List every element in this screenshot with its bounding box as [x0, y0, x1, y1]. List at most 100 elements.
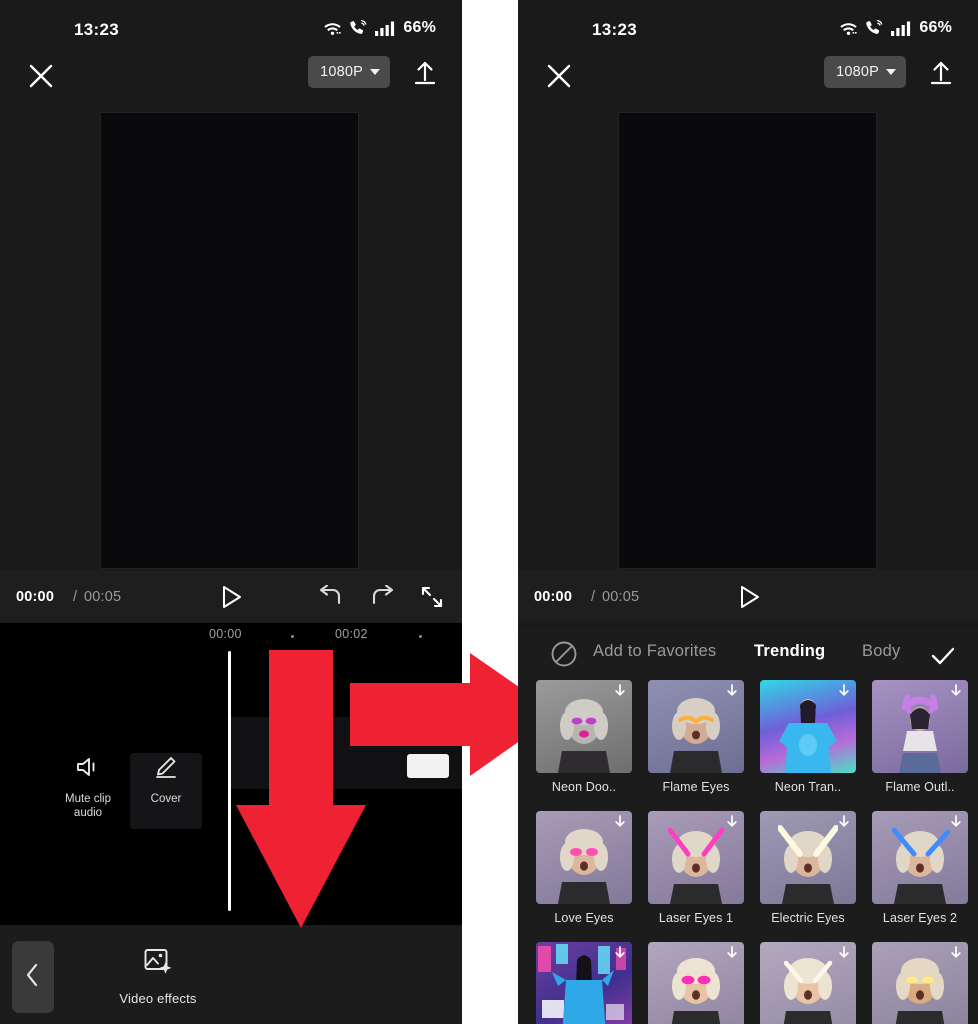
- cover-label: Cover: [150, 793, 182, 805]
- pencil-icon: [153, 757, 179, 783]
- effect-thumbnail[interactable]: [536, 942, 632, 1024]
- status-time: 13:23: [592, 20, 637, 39]
- effect-item[interactable]: Love Eyes: [536, 811, 632, 925]
- effect-thumbnail[interactable]: [872, 680, 968, 773]
- screenshot-root: 13:23 66% 1080P 00:00 / 00:05 00:00 00:0…: [0, 0, 978, 1024]
- effect-item[interactable]: [872, 942, 968, 1024]
- status-time: 13:23: [74, 20, 119, 39]
- effect-label: Neon Tran..: [774, 780, 842, 794]
- image-sparkle-icon: [143, 948, 173, 981]
- upload-icon[interactable]: [926, 58, 956, 88]
- clip-tool-row: Mute clip audio Cover: [0, 693, 231, 829]
- video-preview-left[interactable]: [100, 112, 359, 569]
- download-icon[interactable]: [724, 814, 740, 830]
- video-effects-button[interactable]: Video effects: [108, 941, 208, 1013]
- effect-item[interactable]: Flame Eyes: [648, 680, 744, 794]
- download-icon[interactable]: [948, 814, 964, 830]
- video-effects-label: Video effects: [119, 991, 197, 1006]
- ruler-label: 00:02: [335, 627, 368, 641]
- effect-thumbnail[interactable]: [536, 811, 632, 904]
- fullscreen-icon[interactable]: [420, 585, 444, 614]
- time-separator: /: [73, 588, 78, 605]
- effect-item[interactable]: [760, 942, 856, 1024]
- status-bar-left: 13:23 66%: [0, 0, 462, 50]
- effect-label: Neon Doo..: [551, 780, 617, 794]
- download-icon[interactable]: [836, 814, 852, 830]
- close-icon[interactable]: [25, 60, 57, 92]
- close-icon[interactable]: [543, 60, 575, 92]
- tab-body[interactable]: Body: [862, 642, 900, 661]
- resolution-selector[interactable]: 1080P: [308, 56, 390, 88]
- tab-trending[interactable]: Trending: [754, 642, 825, 661]
- cellular-bars-icon: [891, 21, 911, 36]
- battery-percentage: 66%: [919, 19, 952, 36]
- cover-button[interactable]: Cover: [127, 755, 205, 806]
- effect-item[interactable]: Laser Eyes 1: [648, 811, 744, 925]
- back-button[interactable]: [12, 941, 54, 1013]
- no-effect-icon[interactable]: [550, 640, 578, 668]
- current-time: 00:00: [16, 588, 55, 605]
- effect-label: Flame Eyes: [662, 780, 730, 794]
- effect-item[interactable]: Electric Eyes: [760, 811, 856, 925]
- effect-thumbnail[interactable]: [872, 811, 968, 904]
- call-signal-icon: [349, 20, 368, 36]
- effect-thumbnail[interactable]: [760, 811, 856, 904]
- play-icon[interactable]: [218, 584, 244, 615]
- bottom-toolbar: Video effects Body effects: [0, 925, 462, 1024]
- chevron-down-icon: [886, 69, 896, 75]
- wifi-icon: [839, 21, 858, 36]
- effect-thumbnail[interactable]: [872, 942, 968, 1024]
- effect-thumbnail[interactable]: [536, 680, 632, 773]
- download-icon[interactable]: [948, 683, 964, 699]
- effect-item[interactable]: [536, 942, 632, 1024]
- left-phone-panel: 13:23 66% 1080P 00:00 / 00:05 00:00 00:0…: [0, 0, 462, 1024]
- effect-thumbnail[interactable]: [760, 942, 856, 1024]
- effect-thumbnail[interactable]: [760, 680, 856, 773]
- wifi-icon: [323, 21, 342, 36]
- effect-item[interactable]: Neon Tran..: [760, 680, 856, 794]
- check-icon[interactable]: [928, 641, 958, 671]
- playback-bar-right: 00:00 / 00:05: [518, 570, 978, 623]
- effect-item[interactable]: [648, 942, 744, 1024]
- download-icon[interactable]: [724, 945, 740, 961]
- call-signal-icon: [865, 20, 884, 36]
- undo-icon[interactable]: [317, 584, 343, 614]
- effects-row: Neon Doo.. Flame Eyes Neon Tran.. Flame …: [536, 680, 968, 794]
- battery-percentage: 66%: [403, 19, 436, 36]
- download-icon[interactable]: [948, 945, 964, 961]
- ruler-tick-dot: [291, 635, 294, 638]
- download-icon[interactable]: [612, 945, 628, 961]
- effects-tab-bar: Add to Favorites Trending Body: [518, 628, 978, 680]
- play-icon[interactable]: [736, 584, 762, 615]
- status-bar-right: 13:23 66%: [518, 0, 978, 50]
- download-icon[interactable]: [612, 814, 628, 830]
- effect-label: Flame Outl..: [885, 780, 955, 794]
- upload-icon[interactable]: [410, 58, 440, 88]
- resolution-label: 1080P: [836, 64, 879, 80]
- download-icon[interactable]: [612, 683, 628, 699]
- download-icon[interactable]: [724, 683, 740, 699]
- effect-label: Laser Eyes 1: [658, 911, 734, 925]
- download-icon[interactable]: [836, 683, 852, 699]
- editor-header-left: 1080P: [0, 50, 462, 102]
- effect-item[interactable]: Neon Doo..: [536, 680, 632, 794]
- effect-thumbnail[interactable]: [648, 811, 744, 904]
- editor-header-right: 1080P: [518, 50, 978, 102]
- effect-thumbnail[interactable]: [648, 680, 744, 773]
- resolution-label: 1080P: [320, 64, 363, 80]
- effect-item[interactable]: Flame Outl..: [872, 680, 968, 794]
- download-icon[interactable]: [836, 945, 852, 961]
- effects-row: [536, 942, 968, 1024]
- effects-row: Love Eyes Laser Eyes 1 Electric Eyes Las…: [536, 811, 968, 925]
- ruler-label: 00:00: [209, 627, 242, 641]
- redo-icon[interactable]: [370, 584, 396, 614]
- effect-label: Love Eyes: [554, 911, 614, 925]
- effect-item[interactable]: Laser Eyes 2: [872, 811, 968, 925]
- current-time: 00:00: [534, 588, 573, 605]
- tab-add-to-favorites[interactable]: Add to Favorites: [593, 642, 716, 661]
- video-preview-right[interactable]: [618, 112, 877, 569]
- resolution-selector[interactable]: 1080P: [824, 56, 906, 88]
- effects-grid[interactable]: Neon Doo.. Flame Eyes Neon Tran.. Flame …: [518, 680, 978, 1024]
- mute-clip-audio-button[interactable]: Mute clip audio: [49, 755, 127, 820]
- effect-thumbnail[interactable]: [648, 942, 744, 1024]
